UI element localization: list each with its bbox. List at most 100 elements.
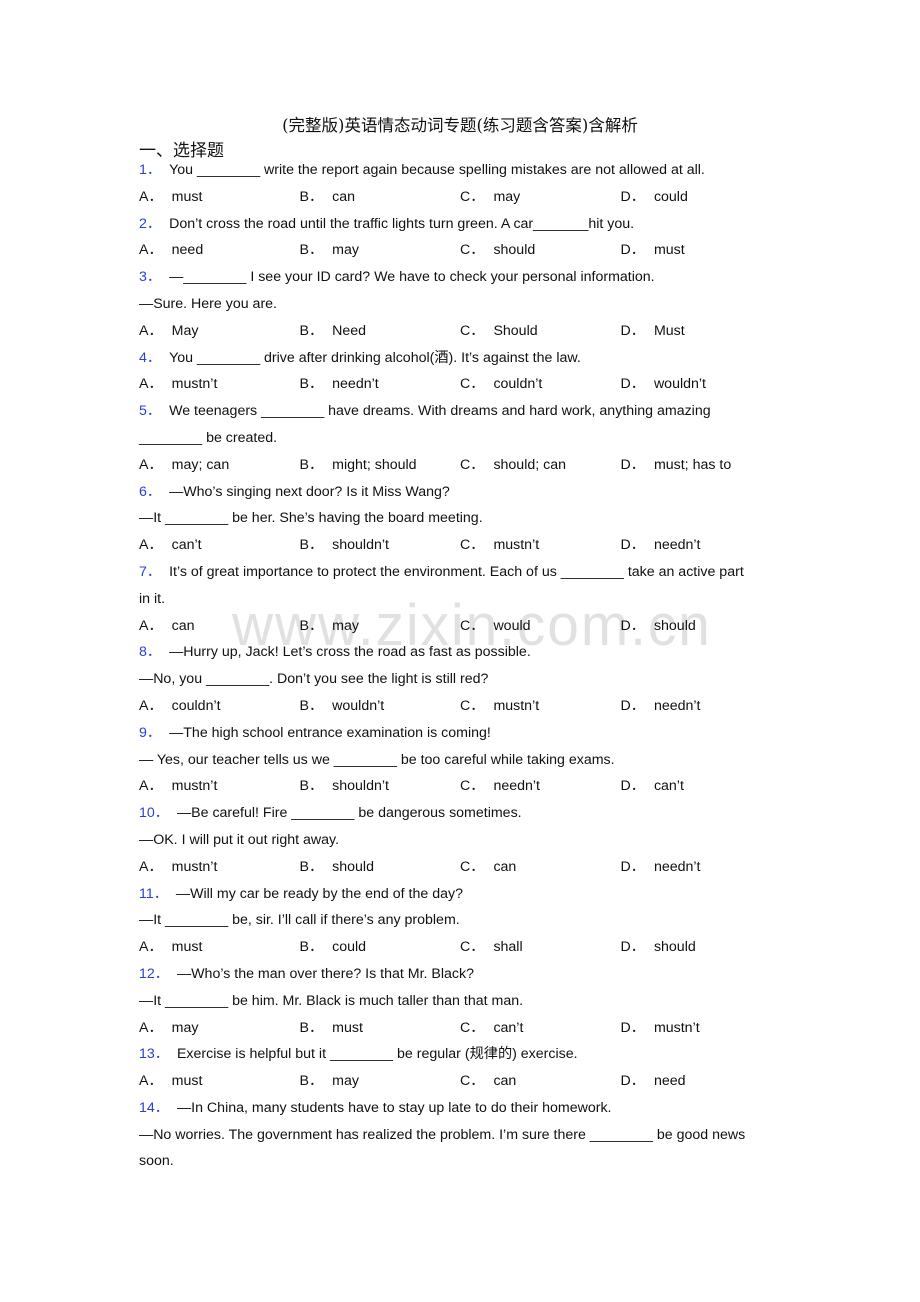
question-line: — Yes, our teacher tells us we ________ …	[139, 747, 784, 774]
question-text: —Be careful! Fire ________ be dangerous …	[176, 805, 522, 822]
answer-options: A． can’t B． shouldn’t C． mustn’t D． needn’t	[139, 532, 784, 559]
question-line: —It ________ be her. She’s having the bo…	[139, 505, 784, 532]
question-text: —No, you ________. Don’t you see the lig…	[139, 671, 489, 688]
option-text: need	[653, 1073, 686, 1090]
option-letter: B．	[299, 456, 324, 473]
question-number: 9．	[139, 724, 162, 741]
answer-option: A． can’t	[139, 532, 300, 559]
answer-option: D． could	[621, 184, 782, 211]
answer-option: B． must	[300, 1015, 461, 1042]
question-line: —It ________ be, sir. I’ll call if there…	[139, 907, 784, 934]
option-text: should	[493, 242, 536, 259]
question-item: 8． —Hurry up, Jack! Let’s cross the road …	[139, 639, 784, 719]
question-item: 5． We teenagers ________ have dreams. Wit…	[139, 398, 784, 478]
option-letter: B．	[299, 858, 324, 875]
answer-option: C． shall	[460, 934, 621, 961]
option-text: May	[171, 322, 199, 339]
option-text: mustn’t	[171, 376, 218, 393]
option-letter: A．	[139, 1073, 163, 1090]
answer-option: A． mustn’t	[139, 854, 300, 881]
option-letter: D．	[620, 617, 645, 634]
answer-options: A． couldn’t B． wouldn’t C． mustn’t D． needn’t	[139, 693, 784, 720]
option-text: mustn’t	[493, 537, 540, 554]
option-letter: B．	[299, 376, 324, 393]
question-item: 6． —Who’s singing next door? Is it Miss W…	[139, 479, 784, 559]
answer-option: D． wouldn’t	[621, 371, 782, 398]
option-text: should; can	[493, 456, 567, 473]
option-text: would	[493, 617, 531, 634]
option-text: must	[171, 1073, 203, 1090]
question-text: —The high school entrance examination is…	[169, 724, 491, 741]
option-text: must	[171, 188, 203, 205]
option-letter: A．	[139, 322, 163, 339]
answer-options: A． mustn’t B． should C． can D． needn’t	[139, 854, 784, 881]
question-line: —It ________ be him. Mr. Black is much t…	[139, 988, 784, 1015]
question-number: 2．	[139, 215, 162, 232]
option-text: might; should	[332, 456, 417, 473]
answer-option: D． should	[621, 934, 782, 961]
option-letter: B．	[299, 778, 324, 795]
answer-option: D． need	[621, 1068, 782, 1095]
question-item: 3． —________ I see your ID card? We have …	[139, 264, 784, 344]
question-number: 14．	[139, 1099, 169, 1116]
answer-option: D． should	[621, 613, 782, 640]
option-text: can	[493, 858, 517, 875]
question-number: 6．	[139, 483, 162, 500]
question-number: 7．	[139, 563, 162, 580]
option-text: mustn’t	[493, 697, 540, 714]
option-letter: B．	[299, 188, 324, 205]
option-text: mustn’t	[653, 1019, 700, 1036]
option-text: must; has to	[653, 456, 732, 473]
question-item: 2． Don’t cross the road until the traffic…	[139, 211, 784, 265]
answer-option: A． may	[139, 1015, 300, 1042]
option-letter: D．	[620, 456, 645, 473]
option-letter: A．	[139, 537, 163, 554]
option-text: needn’t	[653, 858, 701, 875]
option-text: must	[653, 242, 685, 259]
question-stem: 9． —The high school entrance examination …	[139, 720, 784, 747]
option-text: Must	[653, 322, 685, 339]
option-text: may	[171, 1019, 199, 1036]
option-letter: D．	[620, 242, 645, 259]
answer-option: D． needn’t	[621, 532, 782, 559]
option-text: Should	[493, 322, 538, 339]
option-letter: D．	[620, 1019, 645, 1036]
option-letter: B．	[299, 537, 324, 554]
question-item: 12． —Who’s the man over there? Is that Mr…	[139, 961, 784, 1041]
question-stem: 4． You ________ drive after drinking alco…	[139, 345, 784, 372]
answer-option: B． can	[300, 184, 461, 211]
option-text: may	[332, 617, 359, 634]
option-letter: C．	[460, 858, 485, 875]
question-stem: 8． —Hurry up, Jack! Let’s cross the road …	[139, 639, 784, 666]
question-line: —Sure. Here you are.	[139, 291, 784, 318]
option-text: may	[332, 242, 359, 259]
option-letter: B．	[299, 322, 324, 339]
option-text: couldn’t	[493, 376, 543, 393]
option-letter: C．	[460, 376, 485, 393]
question-text: soon.	[139, 1153, 174, 1170]
option-letter: D．	[620, 778, 645, 795]
answer-options: A． can B． may C． would D． should	[139, 613, 784, 640]
option-text: could	[332, 939, 367, 956]
option-letter: B．	[299, 939, 324, 956]
question-item: 9． —The high school entrance examination …	[139, 720, 784, 800]
question-item: 13． Exercise is helpful but it ________ b…	[139, 1041, 784, 1095]
question-text: —OK. I will put it out right away.	[139, 831, 340, 848]
answer-option: C． should	[460, 237, 621, 264]
option-text: mustn’t	[171, 778, 218, 795]
option-text: may	[332, 1073, 359, 1090]
option-text: needn’t	[493, 778, 540, 795]
answer-options: A． must B． may C． can D． need	[139, 1068, 784, 1095]
option-letter: B．	[299, 697, 324, 714]
question-text: You ________ write the report again beca…	[169, 162, 705, 178]
option-text: Need	[332, 322, 367, 339]
option-text: wouldn’t	[332, 697, 385, 714]
answer-option: B． Need	[300, 318, 461, 345]
option-letter: A．	[139, 242, 163, 259]
question-stem: 1． You ________ write the report again be…	[139, 157, 784, 184]
answer-options: A． mustn’t B． shouldn’t C． needn’t D． can’t	[139, 773, 784, 800]
answer-options: A． must B． could C． shall D． should	[139, 934, 784, 961]
option-text: mustn’t	[171, 858, 218, 875]
question-number: 12．	[139, 965, 169, 982]
question-text: You ________ drive after drinking alcoho…	[169, 349, 581, 366]
